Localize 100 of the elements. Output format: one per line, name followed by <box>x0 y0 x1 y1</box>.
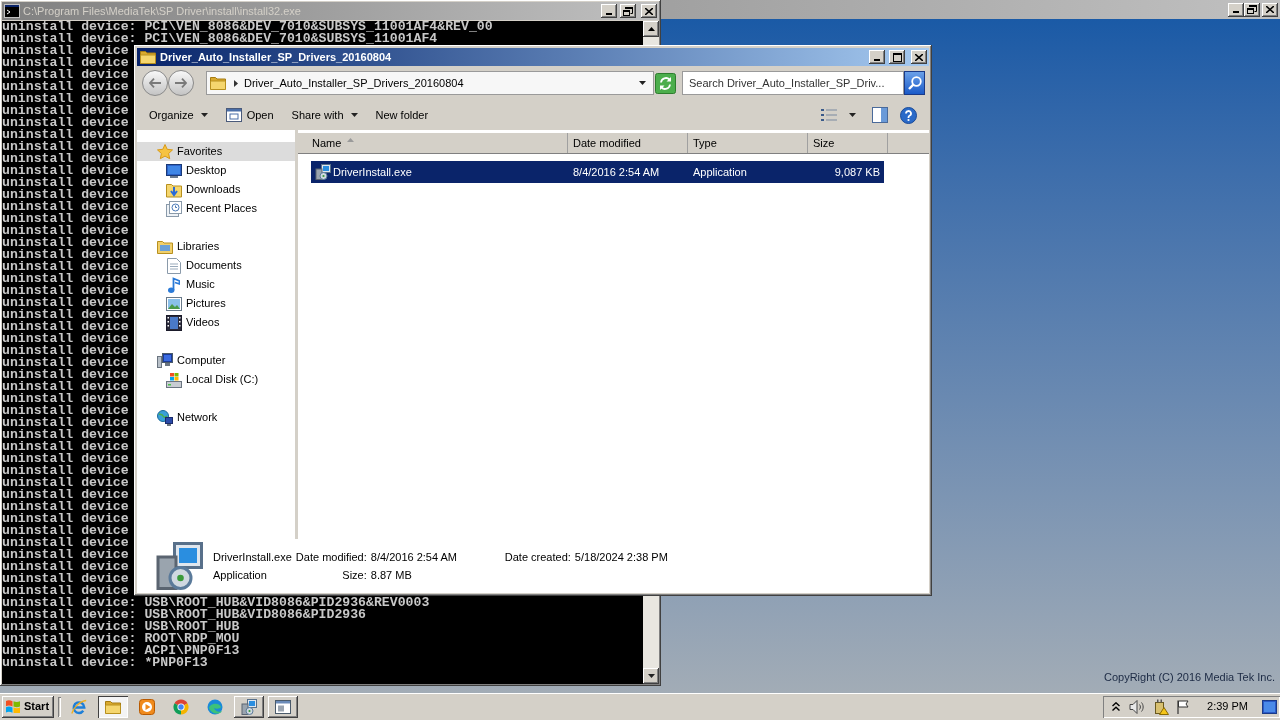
start-button[interactable]: Start <box>2 695 54 718</box>
console-line: uninstall device <box>2 165 129 177</box>
close-button[interactable] <box>911 50 927 64</box>
back-button[interactable] <box>142 70 168 96</box>
console-line: uninstall device <box>2 201 129 213</box>
minimize-icon <box>1233 11 1239 13</box>
minimize-button[interactable] <box>869 50 885 64</box>
console-line: uninstall device: USB\ROOT_HUB&VID8086&PID2936 <box>2 609 367 621</box>
console-line: uninstall device <box>2 333 129 345</box>
console-line: uninstall device: ROOT\RDP_MOU <box>2 633 240 645</box>
show-hidden-icons-button[interactable] <box>1111 699 1122 714</box>
show-desktop-icon <box>1262 699 1277 714</box>
refresh-button[interactable] <box>655 72 676 94</box>
clock: 2:39 PM <box>1207 699 1248 715</box>
console-line: uninstall device <box>2 213 129 225</box>
flag-icon[interactable] <box>1177 699 1190 714</box>
toolbar-button[interactable]: New folder <box>369 103 435 127</box>
column-header[interactable]: Type <box>688 133 808 153</box>
close-icon <box>645 7 653 15</box>
console-line: uninstall device: PCI\VEN_8086&DEV_7010&SUBSYS_11001AF4 <box>2 33 438 45</box>
open-button[interactable]: Open <box>219 103 280 127</box>
nav-item[interactable]: Local Disk (C:) <box>137 370 295 389</box>
help-icon <box>900 106 917 124</box>
network-globe-icon <box>157 409 173 426</box>
taskbar-button[interactable] <box>234 695 264 718</box>
console-line: uninstall device <box>2 369 129 381</box>
right-arrow-icon <box>175 78 187 88</box>
restore-button[interactable] <box>620 4 636 18</box>
scroll-up-button[interactable] <box>643 21 659 37</box>
close-button[interactable] <box>1262 2 1278 17</box>
nav-item[interactable]: Documents <box>137 256 295 275</box>
menu-button[interactable]: Share with <box>285 103 364 127</box>
nav-item[interactable]: Desktop <box>137 161 295 180</box>
column-header[interactable]: Size <box>808 133 888 153</box>
menu-button[interactable]: Organize <box>143 103 214 127</box>
nav-item[interactable]: Videos <box>137 313 295 332</box>
console-line: uninstall device <box>2 117 129 129</box>
close-button[interactable] <box>641 4 657 18</box>
details-value: 8/4/2016 2:54 AM <box>370 550 459 564</box>
console-line: uninstall device <box>2 177 129 189</box>
nav-item[interactable]: Favorites <box>137 142 295 161</box>
play-icon <box>139 698 155 715</box>
picture-icon <box>166 296 182 311</box>
nav-item[interactable]: Computer <box>137 351 295 370</box>
console-line: uninstall device: USB\ROOT_HUB <box>2 621 240 633</box>
console-line: uninstall device <box>2 549 129 561</box>
console-line: uninstall device <box>2 57 129 69</box>
console-line: uninstall device <box>2 525 129 537</box>
file-row[interactable]: DriverInstall.exe 8/4/2016 2:54 AM Application 9,087 KB <box>311 161 884 183</box>
console-line: uninstall device <box>2 561 129 573</box>
minimize-button[interactable] <box>601 4 617 18</box>
speaker-icon[interactable] <box>1129 699 1146 714</box>
column-header[interactable]: Date modified <box>568 133 688 153</box>
library-folder-icon <box>157 239 173 254</box>
taskbar-button[interactable] <box>98 695 128 718</box>
nav-item[interactable]: Recent Places <box>137 199 295 218</box>
console-line: uninstall device <box>2 273 129 285</box>
folder-icon <box>105 699 121 714</box>
maximize-button[interactable] <box>889 50 905 64</box>
minimize-icon <box>874 58 880 61</box>
restore-button[interactable] <box>1244 2 1260 17</box>
nav-item[interactable]: Libraries <box>137 237 295 256</box>
refresh-icon <box>655 72 676 94</box>
console-line: uninstall device <box>2 357 129 369</box>
restore-icon <box>623 6 633 16</box>
nav-item[interactable]: Music <box>137 275 295 294</box>
plug-icon[interactable] <box>1153 698 1170 715</box>
caret-icon <box>849 113 856 117</box>
caret-icon <box>350 113 358 117</box>
nav-item[interactable]: Network <box>137 408 295 427</box>
details-file-type: Application <box>213 568 268 582</box>
minimize-button[interactable] <box>1228 2 1244 17</box>
scroll-down-button[interactable] <box>643 668 659 684</box>
search-button[interactable] <box>904 71 925 95</box>
details-label: Date modified: <box>295 550 367 564</box>
console-line: uninstall device <box>2 81 129 93</box>
nav-item[interactable]: Downloads <box>137 180 295 199</box>
show-desktop-button[interactable] <box>1262 699 1277 714</box>
details-label: Size: <box>341 568 367 582</box>
scrollbar-track <box>643 37 659 45</box>
forward-button[interactable] <box>168 70 194 96</box>
wave-logo-icon <box>207 698 223 715</box>
column-header[interactable]: Name <box>298 133 568 153</box>
taskbar-button[interactable] <box>268 695 298 718</box>
search-field[interactable]: Search Driver_Auto_Installer_SP_Driv... <box>682 71 904 95</box>
letter-e-icon <box>71 698 87 715</box>
size-cell-text: 9,087 KB <box>833 164 880 180</box>
nav-item[interactable]: Pictures <box>137 294 295 313</box>
console-line: uninstall device <box>2 153 129 165</box>
folder-arrow-icon <box>166 181 182 198</box>
four-pane-flag-icon <box>5 700 21 713</box>
details-label: Date created: <box>504 550 571 564</box>
folder-icon <box>140 50 156 64</box>
close-icon <box>1266 6 1274 13</box>
console-line: uninstall device <box>2 465 129 477</box>
breadcrumb-button[interactable]: Driver_Auto_Installer_SP_Drivers_20160804 <box>244 74 464 92</box>
console-line: uninstall device <box>2 309 129 321</box>
address-bar[interactable]: Driver_Auto_Installer_SP_Drivers_20160804 <box>206 71 654 95</box>
console-line: uninstall device <box>2 429 129 441</box>
console-line: uninstall device <box>2 513 129 525</box>
